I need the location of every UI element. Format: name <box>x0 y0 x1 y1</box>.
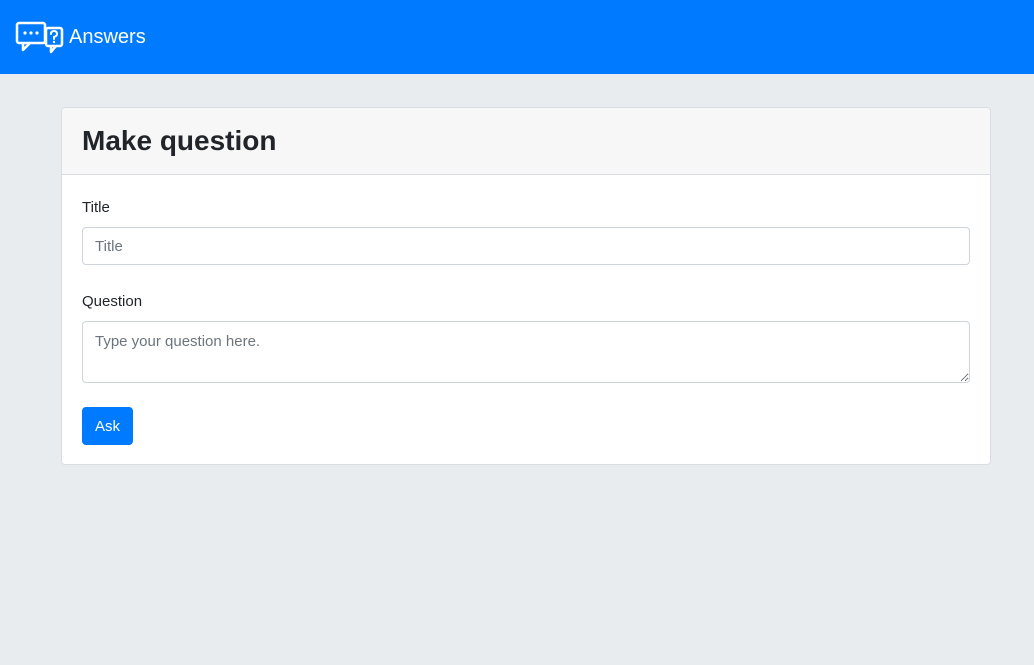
ask-button[interactable]: Ask <box>82 407 133 445</box>
title-input[interactable] <box>82 227 970 265</box>
card-header: Make question <box>62 108 990 175</box>
top-navbar: Answers <box>0 0 1034 74</box>
question-label: Question <box>82 293 143 310</box>
page-title: Make question <box>82 125 277 157</box>
question-textarea[interactable] <box>82 321 970 383</box>
question-form-card: Make question Title Question Ask <box>61 107 991 465</box>
title-label: Title <box>82 199 110 216</box>
brand-link[interactable]: Answers <box>15 21 146 54</box>
question-form: Title Question Ask <box>62 175 990 464</box>
speech-bubbles-question-icon <box>15 21 64 53</box>
brand-name: Answers <box>69 26 146 48</box>
